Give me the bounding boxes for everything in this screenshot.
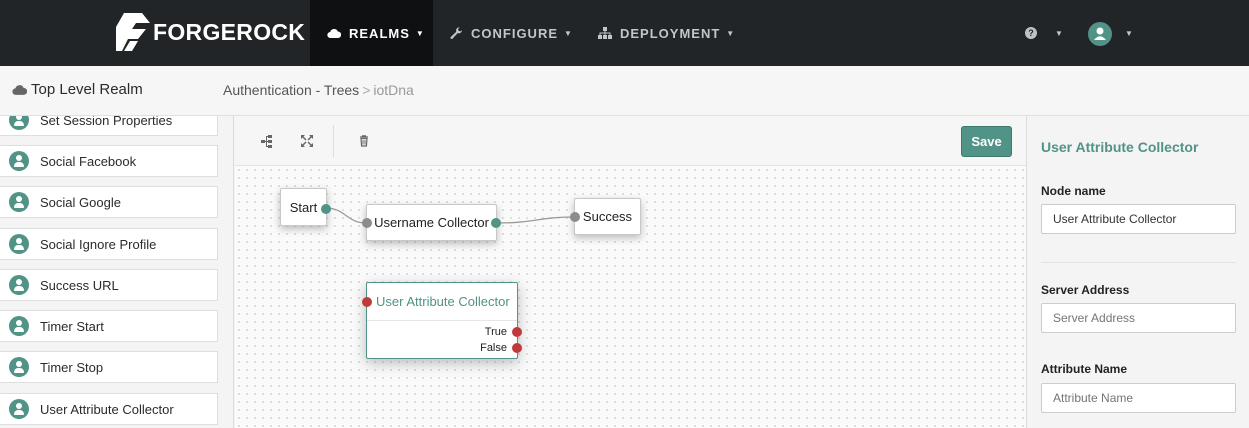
outcome-false-label: False: [480, 342, 507, 354]
palette-node[interactable]: Set Session Properties: [0, 116, 218, 136]
success-node[interactable]: Success: [570, 198, 641, 235]
nav-realms[interactable]: REALMS ▼: [310, 0, 433, 66]
node-name-input[interactable]: [1041, 204, 1236, 234]
palette-node-label: Social Facebook: [40, 153, 137, 169]
realm-link[interactable]: Top Level Realm: [12, 81, 143, 98]
palette-node-label: Social Google: [40, 194, 121, 210]
node-name-label: Node name: [1041, 184, 1106, 198]
cloud-icon: [12, 84, 27, 95]
brand-name: FORGEROCK: [153, 18, 306, 45]
chevron-down-icon: ▼: [726, 28, 736, 38]
palette-node[interactable]: Timer Start: [0, 310, 218, 342]
palette-node-label: Success URL: [40, 277, 119, 293]
palette-node[interactable]: User Attribute Collector: [0, 393, 218, 425]
user-icon: [9, 192, 29, 212]
tree-canvas[interactable]: Start Username Collector Success User At…: [235, 166, 1026, 428]
toolbar-divider: [333, 125, 334, 157]
server-address-label: Server Address: [1041, 283, 1130, 297]
user-avatar[interactable]: [1088, 22, 1112, 46]
palette-node-label: Set Session Properties: [40, 116, 173, 128]
palette-node[interactable]: Success URL: [0, 269, 218, 301]
save-button[interactable]: Save: [961, 126, 1012, 157]
node-palette: Set Session Properties Social Facebook S…: [0, 116, 234, 428]
breadcrumb-bar: Top Level Realm Authentication - Trees > i…: [0, 66, 1249, 116]
palette-node-label: Social Ignore Profile: [40, 236, 157, 252]
panel-title: User Attribute Collector: [1041, 139, 1199, 155]
input-port[interactable]: [362, 297, 372, 307]
breadcrumb-current: iotDna: [373, 82, 414, 98]
attribute-name-label: Attribute Name: [1041, 362, 1128, 376]
palette-node[interactable]: Social Ignore Profile: [0, 228, 218, 260]
nav-realms-label: REALMS: [349, 25, 410, 41]
chevron-down-icon[interactable]: ▼: [1125, 29, 1133, 38]
auto-layout-icon[interactable]: [259, 133, 275, 149]
forgerock-logo-icon: [116, 13, 150, 51]
cloud-icon: [327, 28, 341, 38]
palette-node[interactable]: Social Facebook: [0, 145, 218, 177]
outcome-false-port[interactable]: [512, 343, 522, 353]
user-icon: [9, 275, 29, 295]
username-collector-label: Username Collector: [374, 215, 489, 230]
chevron-down-icon[interactable]: ▼: [1055, 29, 1063, 38]
fit-to-screen-icon[interactable]: [299, 133, 315, 149]
success-node-label: Success: [582, 209, 633, 224]
node-properties-panel: User Attribute Collector Node name Serve…: [1026, 116, 1249, 428]
top-navbar: FORGEROCK REALMS ▼ CONFIGURE ▼ DEPLOYMEN…: [0, 0, 1249, 66]
username-collector-node[interactable]: Username Collector: [362, 204, 501, 241]
attribute-name-input[interactable]: [1041, 383, 1236, 413]
outcome-true-label: True: [484, 326, 507, 338]
nav-deployment-label: DEPLOYMENT: [620, 25, 721, 41]
user-icon: [9, 151, 29, 171]
output-port[interactable]: [321, 204, 331, 214]
forgerock-logo[interactable]: FORGEROCK: [116, 13, 305, 51]
palette-node[interactable]: Timer Stop: [0, 351, 218, 383]
user-icon: [9, 234, 29, 254]
user-icon: [9, 316, 29, 336]
nav-deployment[interactable]: DEPLOYMENT ▼: [598, 0, 735, 66]
node-title: User Attribute Collector: [367, 283, 517, 321]
realm-name: Top Level Realm: [31, 81, 143, 98]
user-icon: [9, 116, 29, 130]
input-port[interactable]: [570, 212, 580, 222]
help-icon[interactable]: ?: [1025, 27, 1037, 39]
breadcrumb: Authentication - Trees > iotDna: [223, 82, 414, 98]
palette-node-label: Timer Stop: [40, 359, 104, 375]
breadcrumb-trees-link[interactable]: Authentication - Trees: [223, 82, 359, 98]
sitemap-icon: [598, 27, 612, 39]
chevron-down-icon: ▼: [564, 28, 573, 38]
trash-icon[interactable]: [356, 133, 372, 149]
wrench-icon: [450, 26, 463, 40]
breadcrumb-separator: >: [362, 82, 371, 98]
palette-node-label: User Attribute Collector: [40, 401, 174, 417]
tree-toolbar: Save: [235, 116, 1026, 166]
palette-node-label: Timer Start: [40, 318, 104, 334]
server-address-input[interactable]: [1041, 303, 1236, 333]
user-attribute-collector-node[interactable]: User Attribute Collector True False: [362, 282, 522, 359]
nav-configure-label: CONFIGURE: [471, 25, 558, 41]
palette-node[interactable]: Social Google: [0, 186, 218, 218]
start-node-label: Start: [289, 199, 318, 215]
divider: [1041, 262, 1236, 263]
nav-configure[interactable]: CONFIGURE ▼: [450, 0, 573, 66]
user-icon: [9, 399, 29, 419]
input-port[interactable]: [362, 218, 372, 228]
outcome-true-port[interactable]: [512, 327, 522, 337]
start-node[interactable]: Start: [280, 188, 331, 226]
user-icon: [9, 357, 29, 377]
output-port[interactable]: [491, 218, 501, 228]
chevron-down-icon: ▼: [415, 28, 425, 38]
